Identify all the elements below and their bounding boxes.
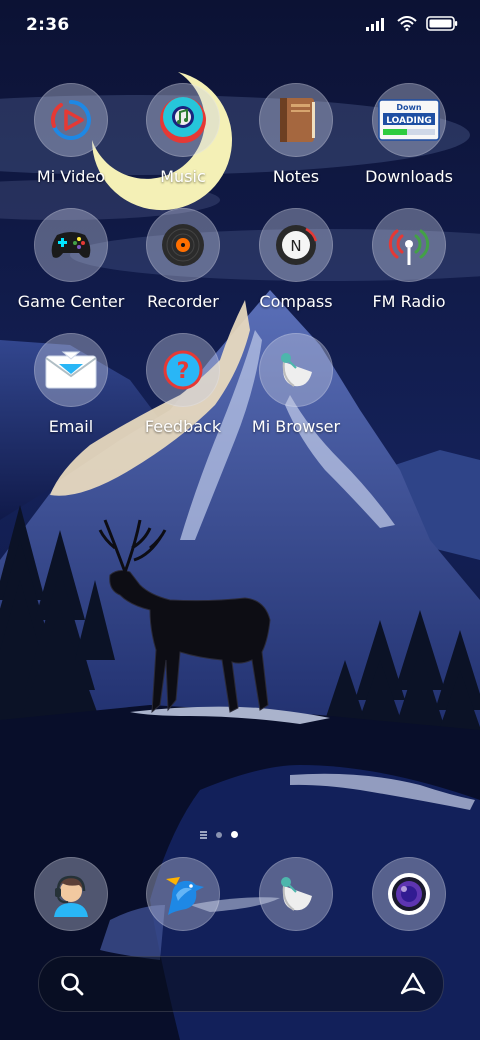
- browser-icon: [281, 877, 312, 911]
- radio-tower-icon: [388, 229, 430, 265]
- app-icon-frame: [259, 333, 333, 407]
- search-icon[interactable]: [59, 971, 85, 997]
- compass-icon: N: [276, 225, 318, 265]
- app-label: Game Center: [17, 292, 125, 311]
- page-dot-list[interactable]: [200, 833, 207, 836]
- wifi-icon: [397, 16, 417, 31]
- app-icon-frame: [146, 83, 220, 157]
- app-icon-frame: [372, 857, 446, 931]
- bird-icon: [166, 877, 204, 915]
- app-label: FM Radio: [372, 292, 446, 311]
- status-bar: 2:36: [0, 0, 480, 50]
- app-label: Mi Browser: [251, 417, 341, 436]
- app-label: Music: [160, 167, 206, 186]
- app-label: Mi Video: [36, 167, 106, 186]
- dock-app-browser[interactable]: [241, 857, 351, 931]
- dock-app-support[interactable]: [16, 857, 126, 931]
- app-feedback[interactable]: ? Feedback: [128, 333, 238, 436]
- page-dot[interactable]: [216, 831, 222, 838]
- app-icon-frame: [34, 857, 108, 931]
- page-indicator[interactable]: [200, 831, 238, 838]
- compass-letter: N: [290, 237, 301, 255]
- app-label: Notes: [272, 167, 320, 186]
- browser-icon: [281, 353, 312, 387]
- page-dot-current[interactable]: [231, 831, 238, 838]
- app-icon-frame: [259, 83, 333, 157]
- status-time: 2:36: [26, 15, 70, 35]
- app-mi-browser[interactable]: Mi Browser: [241, 333, 351, 436]
- assistant-icon[interactable]: [399, 971, 427, 997]
- downloads-badge-top: Down: [396, 103, 422, 112]
- app-fm-radio[interactable]: FM Radio: [354, 208, 464, 311]
- app-icon-frame: [146, 208, 220, 282]
- app-label: Feedback: [144, 417, 222, 436]
- app-icon-frame: ?: [146, 333, 220, 407]
- app-music[interactable]: Music: [128, 83, 238, 186]
- gamepad-icon: [51, 232, 91, 258]
- app-icon-frame: [34, 333, 108, 407]
- recorder-icon: [162, 224, 204, 266]
- support-agent-icon: [54, 875, 88, 917]
- music-icon: [160, 97, 206, 143]
- app-notes[interactable]: Notes: [241, 83, 351, 186]
- app-downloads[interactable]: Down LOADING Downloads: [354, 83, 464, 186]
- downloads-icon: Down LOADING: [378, 99, 440, 141]
- app-email[interactable]: Email: [16, 333, 126, 436]
- app-icon-frame: [146, 857, 220, 931]
- status-icons: [366, 16, 458, 31]
- app-icon-frame: N: [259, 208, 333, 282]
- battery-icon: [426, 16, 458, 31]
- downloads-badge-bottom: LOADING: [386, 116, 432, 126]
- notebook-icon: [280, 98, 315, 142]
- home-screen: 2:36 Mi Video Music Notes Down LOADING D…: [0, 0, 480, 1040]
- app-icon-frame: [259, 857, 333, 931]
- feedback-icon: ?: [163, 350, 203, 390]
- app-icon-frame: [372, 208, 446, 282]
- app-label: Recorder: [147, 292, 219, 311]
- app-recorder[interactable]: Recorder: [128, 208, 238, 311]
- dock-app-camera[interactable]: [354, 857, 464, 931]
- app-game-center[interactable]: Game Center: [16, 208, 126, 311]
- mi-video-icon: [50, 100, 91, 140]
- app-mi-video[interactable]: Mi Video: [16, 83, 126, 186]
- app-icon-frame: [34, 83, 108, 157]
- signal-icon: [366, 17, 384, 31]
- dock-app-bird[interactable]: [128, 857, 238, 931]
- app-icon-frame: Down LOADING: [372, 83, 446, 157]
- app-label: Email: [48, 417, 94, 436]
- app-icon-frame: [34, 208, 108, 282]
- app-label: Compass: [259, 292, 333, 311]
- envelope-icon: [45, 351, 97, 389]
- feedback-glyph: ?: [177, 359, 190, 384]
- app-label: Downloads: [365, 167, 453, 186]
- search-bar[interactable]: [38, 956, 444, 1012]
- camera-lens-icon: [388, 873, 430, 915]
- app-compass[interactable]: N Compass: [241, 208, 351, 311]
